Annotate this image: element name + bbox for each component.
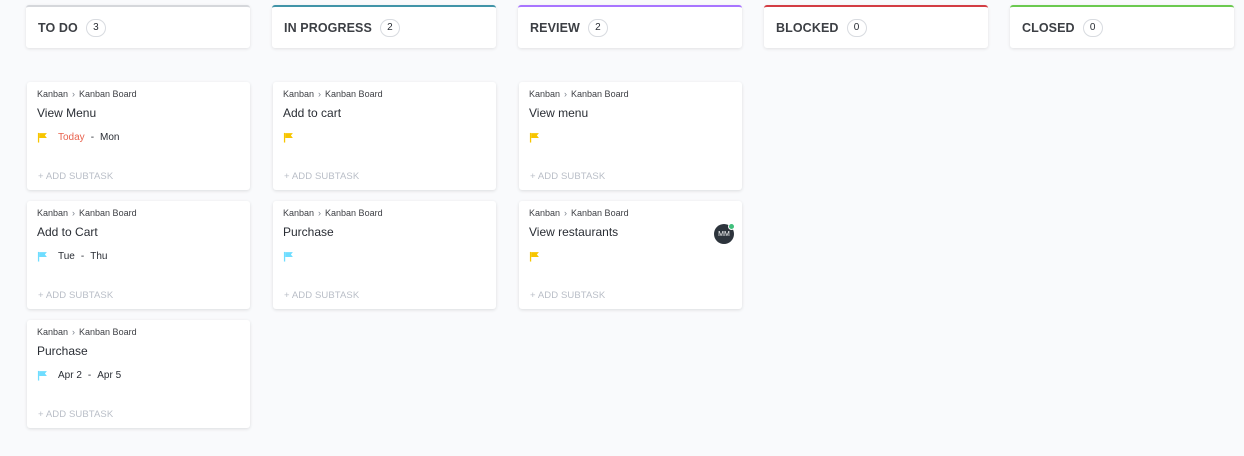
add-subtask-button[interactable]: + ADD SUBTASK bbox=[530, 171, 605, 182]
task-meta: Tue - Thu bbox=[37, 251, 107, 262]
column-header[interactable]: CLOSED 0 bbox=[1010, 5, 1234, 48]
breadcrumb-space[interactable]: Kanban bbox=[37, 327, 68, 337]
breadcrumb-list[interactable]: Kanban Board bbox=[79, 208, 137, 218]
task-title[interactable]: View Menu bbox=[37, 106, 96, 120]
breadcrumb-list[interactable]: Kanban Board bbox=[571, 208, 629, 218]
chevron-right-icon: › bbox=[72, 208, 76, 218]
chevron-right-icon: › bbox=[72, 327, 76, 337]
breadcrumb-space[interactable]: Kanban bbox=[283, 89, 314, 99]
task-count-badge: 3 bbox=[85, 18, 106, 37]
column-review: REVIEW 2 Kanban › Kanban Board View menu + ADD… bbox=[518, 5, 742, 428]
breadcrumb: Kanban › Kanban Board bbox=[529, 89, 629, 99]
add-subtask-button[interactable]: + ADD SUBTASK bbox=[284, 290, 359, 301]
due-date[interactable]: Mon bbox=[100, 132, 119, 143]
flag-yellow-icon[interactable] bbox=[529, 132, 540, 143]
online-status-dot bbox=[728, 223, 735, 230]
column-title: TO DO bbox=[38, 20, 78, 35]
start-date[interactable]: Tue bbox=[58, 251, 75, 262]
card-list: Kanban › Kanban Board View menu + ADD SUBTAS… bbox=[518, 82, 742, 309]
date-separator: - bbox=[87, 370, 92, 381]
column-header[interactable]: IN PROGRESS 2 bbox=[272, 5, 496, 48]
breadcrumb-list[interactable]: Kanban Board bbox=[571, 89, 629, 99]
column-to-do: TO DO 3 Kanban › Kanban Board View Menu Today -… bbox=[26, 5, 250, 428]
task-title[interactable]: View menu bbox=[529, 106, 588, 120]
task-count-badge: 2 bbox=[379, 18, 400, 37]
start-date[interactable]: Apr 2 bbox=[58, 370, 82, 381]
chevron-right-icon: › bbox=[318, 89, 322, 99]
avatar-initials: MM bbox=[718, 230, 730, 238]
column-title: REVIEW bbox=[530, 20, 580, 35]
due-date[interactable]: Apr 5 bbox=[97, 370, 121, 381]
task-count-badge: 2 bbox=[587, 18, 608, 37]
flag-cyan-icon[interactable] bbox=[283, 251, 294, 262]
add-subtask-button[interactable]: + ADD SUBTASK bbox=[38, 290, 113, 301]
column-blocked: BLOCKED 0 bbox=[764, 5, 988, 428]
task-card[interactable]: Kanban › Kanban Board View menu + ADD SUBTAS… bbox=[519, 82, 742, 190]
flag-yellow-icon[interactable] bbox=[529, 251, 540, 262]
chevron-right-icon: › bbox=[72, 89, 76, 99]
breadcrumb-space[interactable]: Kanban bbox=[37, 89, 68, 99]
task-title[interactable]: Purchase bbox=[37, 344, 88, 358]
task-meta bbox=[283, 251, 304, 262]
start-date[interactable]: Today bbox=[58, 132, 85, 143]
task-card[interactable]: Kanban › Kanban Board Purchase Apr 2- Apr 5 + … bbox=[27, 320, 250, 428]
column-closed: CLOSED 0 bbox=[1010, 5, 1234, 428]
date-separator: - bbox=[90, 132, 95, 143]
column-in-progress: IN PROGRESS 2 Kanban › Kanban Board Add to ca… bbox=[272, 5, 496, 428]
column-header[interactable]: TO DO 3 bbox=[26, 5, 250, 48]
task-title[interactable]: Purchase bbox=[283, 225, 334, 239]
breadcrumb: Kanban › Kanban Board bbox=[283, 208, 383, 218]
column-header[interactable]: REVIEW 2 bbox=[518, 5, 742, 48]
task-title[interactable]: Add to Cart bbox=[37, 225, 98, 239]
breadcrumb: Kanban › Kanban Board bbox=[283, 89, 383, 99]
breadcrumb: Kanban › Kanban Board bbox=[37, 327, 137, 337]
breadcrumb-list[interactable]: Kanban Board bbox=[325, 89, 383, 99]
task-title[interactable]: View restaurants bbox=[529, 225, 618, 239]
task-card[interactable]: Kanban › Kanban Board Purchase + ADD SUBTASK bbox=[273, 201, 496, 309]
due-date[interactable]: Thu bbox=[90, 251, 107, 262]
breadcrumb-space[interactable]: Kanban bbox=[529, 208, 560, 218]
column-title: IN PROGRESS bbox=[284, 20, 372, 35]
task-title[interactable]: Add to cart bbox=[283, 106, 341, 120]
add-subtask-button[interactable]: + ADD SUBTASK bbox=[284, 171, 359, 182]
flag-cyan-icon[interactable] bbox=[37, 370, 48, 381]
chevron-right-icon: › bbox=[318, 208, 322, 218]
column-header[interactable]: BLOCKED 0 bbox=[764, 5, 988, 48]
breadcrumb-list[interactable]: Kanban Board bbox=[325, 208, 383, 218]
task-card[interactable]: Kanban › Kanban Board View restaurants MM + A… bbox=[519, 201, 742, 309]
task-meta: Apr 2- Apr 5 bbox=[37, 370, 121, 381]
task-meta bbox=[283, 132, 304, 143]
task-meta bbox=[529, 132, 550, 143]
breadcrumb-space[interactable]: Kanban bbox=[529, 89, 560, 99]
add-subtask-button[interactable]: + ADD SUBTASK bbox=[530, 290, 605, 301]
task-meta: Today - Mon bbox=[37, 132, 119, 143]
task-card[interactable]: Kanban › Kanban Board Add to Cart Tue - Thu + A… bbox=[27, 201, 250, 309]
chevron-right-icon: › bbox=[564, 208, 568, 218]
task-meta bbox=[529, 251, 550, 262]
breadcrumb-space[interactable]: Kanban bbox=[37, 208, 68, 218]
card-list: Kanban › Kanban Board Add to cart + ADD SUBT… bbox=[272, 82, 496, 309]
kanban-board: TO DO 3 Kanban › Kanban Board View Menu Today -… bbox=[26, 5, 1234, 428]
assignee-avatar[interactable]: MM bbox=[714, 223, 735, 244]
breadcrumb-space[interactable]: Kanban bbox=[283, 208, 314, 218]
task-count-badge: 0 bbox=[1082, 18, 1103, 37]
flag-cyan-icon[interactable] bbox=[37, 251, 48, 262]
add-subtask-button[interactable]: + ADD SUBTASK bbox=[38, 409, 113, 420]
task-card[interactable]: Kanban › Kanban Board Add to cart + ADD SUBT… bbox=[273, 82, 496, 190]
breadcrumb: Kanban › Kanban Board bbox=[37, 89, 137, 99]
column-title: BLOCKED bbox=[776, 20, 839, 35]
chevron-right-icon: › bbox=[564, 89, 568, 99]
flag-yellow-icon[interactable] bbox=[283, 132, 294, 143]
date-separator: - bbox=[80, 251, 85, 262]
task-count-badge: 0 bbox=[846, 18, 867, 37]
breadcrumb: Kanban › Kanban Board bbox=[37, 208, 137, 218]
breadcrumb-list[interactable]: Kanban Board bbox=[79, 89, 137, 99]
breadcrumb: Kanban › Kanban Board bbox=[529, 208, 629, 218]
task-card[interactable]: Kanban › Kanban Board View Menu Today - Mon + A… bbox=[27, 82, 250, 190]
card-list: Kanban › Kanban Board View Menu Today - Mon + A… bbox=[26, 82, 250, 428]
column-title: CLOSED bbox=[1022, 20, 1075, 35]
breadcrumb-list[interactable]: Kanban Board bbox=[79, 327, 137, 337]
add-subtask-button[interactable]: + ADD SUBTASK bbox=[38, 171, 113, 182]
flag-yellow-icon[interactable] bbox=[37, 132, 48, 143]
